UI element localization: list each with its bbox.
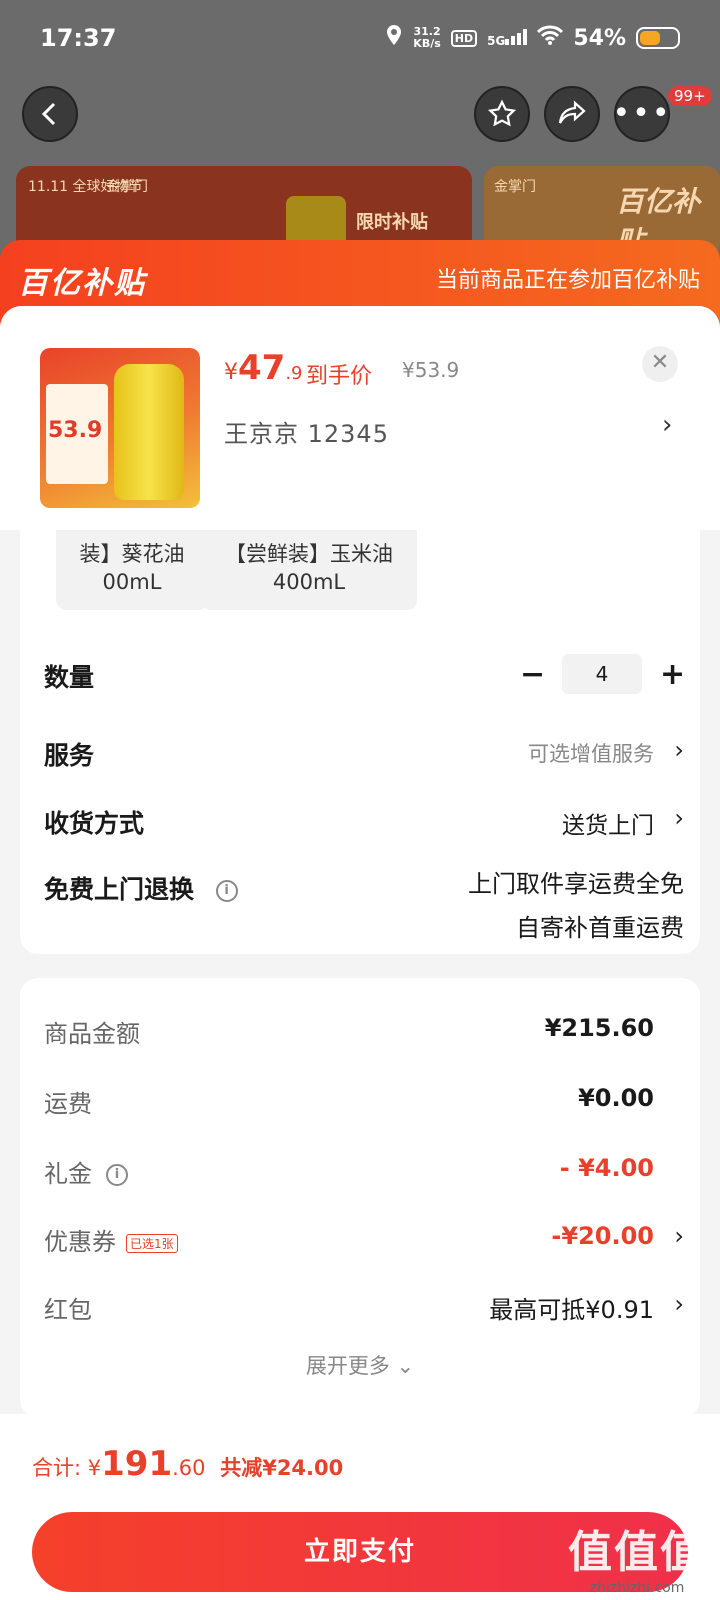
shipping-amount: ¥0.00 [578,1084,654,1112]
thumbnail-price: 53.9 [48,418,103,443]
chevron-right-icon[interactable]: › [662,410,672,440]
star-icon [487,99,517,127]
product-thumbnail: 53.9 [40,348,200,508]
watermark: 值值值 zhizhizhi.com [568,1527,706,1596]
quantity-row: 数量 − 4 + [44,654,685,694]
service-row[interactable]: 服务 可选增值服务 › [44,736,684,772]
wifi-icon [537,25,564,51]
goods-amount-row: 商品金额 ¥215.60 [44,1014,654,1048]
checkout-bar: 合计: ¥191.60 共减¥24.00 立即支付 值值值 zhizhizhi.… [0,1414,720,1600]
coupon-row[interactable]: 优惠券 已选1张 -¥20.00 › [44,1222,684,1257]
purchase-sheet: 53.9 ¥47.9 到手价 ¥53.9 ✕ 王京京 12345 › 装】葵花油… [0,306,720,1600]
chevron-right-icon: › [674,804,684,832]
subsidy-note: 当前商品正在参加百亿补贴 [435,268,700,293]
close-icon: ✕ [650,350,670,375]
total-amount: 合计: ¥191.60 共减¥24.00 [32,1444,344,1484]
share-icon [558,100,586,124]
seller-address[interactable]: 王京京 12345 [224,414,389,449]
close-button[interactable]: ✕ [642,346,678,382]
final-price-label: 到手价 [306,364,373,389]
gift-row: 礼金 i - ¥4.00 [44,1154,654,1188]
subsidy-logo: 百亿补贴 [18,266,146,301]
product-header: 53.9 ¥47.9 到手价 ¥53.9 ✕ 王京京 12345 › [0,306,720,530]
chevron-right-icon: › [674,736,684,764]
redpack-amount: 最高可抵¥0.91 [489,1296,654,1324]
shipping-row: 运费 ¥0.00 [44,1084,654,1118]
share-button[interactable] [544,86,600,142]
favorite-button[interactable] [474,86,530,142]
delivery-value: 送货上门 [562,813,654,839]
quantity-label: 数量 [44,663,95,692]
gift-amount: - ¥4.00 [559,1154,654,1182]
redpack-row[interactable]: 红包 最高可抵¥0.91 › [44,1290,684,1325]
quantity-input[interactable]: 4 [562,654,642,694]
expand-more-button[interactable]: 展开更多 ⌄ [20,1350,700,1380]
goods-amount: ¥215.60 [544,1014,654,1042]
delivery-row[interactable]: 收货方式 送货上门 › [44,804,684,840]
variant-corn-oil[interactable]: 【尝鲜装】玉米油 400mL [201,530,417,610]
variant-sunflower-oil[interactable]: 装】葵花油 00mL [56,530,208,610]
signal-icon: 5G [487,28,528,48]
oil-bottle-image [114,364,184,500]
chevron-right-icon: › [674,1222,684,1250]
final-price: ¥47.9 [224,348,303,388]
info-icon[interactable]: i [215,880,238,902]
status-icons: 31.2 KB/s HD 5G 54% [385,24,680,52]
coupon-amount: -¥20.00 [551,1222,654,1250]
return-row: 免费上门退换 i 上门取件享运费全免 自寄补首重运费 [44,870,684,942]
back-arrow-icon [41,102,56,126]
battery-percent: 54% [573,25,626,51]
location-icon [385,24,403,52]
options-card: 装】葵花油 00mL 【尝鲜装】玉米油 400mL 数量 − 4 + 服务 可选增值… [20,530,700,954]
more-icon: ••• [612,96,672,131]
fee-card: 商品金额 ¥215.60 运费 ¥0.00 礼金 i - ¥4.00 优惠券 已选1… [20,978,700,1418]
return-policy: 上门取件享运费全免 自寄补首重运费 [468,870,684,942]
total-discount: 共减¥24.00 [220,1456,344,1480]
hd-icon: HD [450,29,478,47]
service-value: 可选增值服务 [528,742,654,766]
chevron-right-icon: › [674,1290,684,1318]
notification-badge: 99+ [668,86,712,106]
status-bar: 17:37 31.2 KB/s HD 5G 54% [0,0,720,78]
more-button[interactable]: ••• [612,86,672,142]
coupon-badge: 已选1张 [126,1233,178,1253]
status-time: 17:37 [40,24,117,52]
minus-button[interactable]: − [520,657,545,692]
original-price: ¥53.9 [402,358,460,382]
battery-icon [636,27,680,49]
network-speed: 31.2 KB/s [413,25,441,50]
info-icon[interactable]: i [106,1164,128,1186]
plus-button[interactable]: + [660,657,685,692]
quantity-stepper[interactable]: − 4 + [520,654,685,694]
back-button[interactable] [22,86,78,142]
